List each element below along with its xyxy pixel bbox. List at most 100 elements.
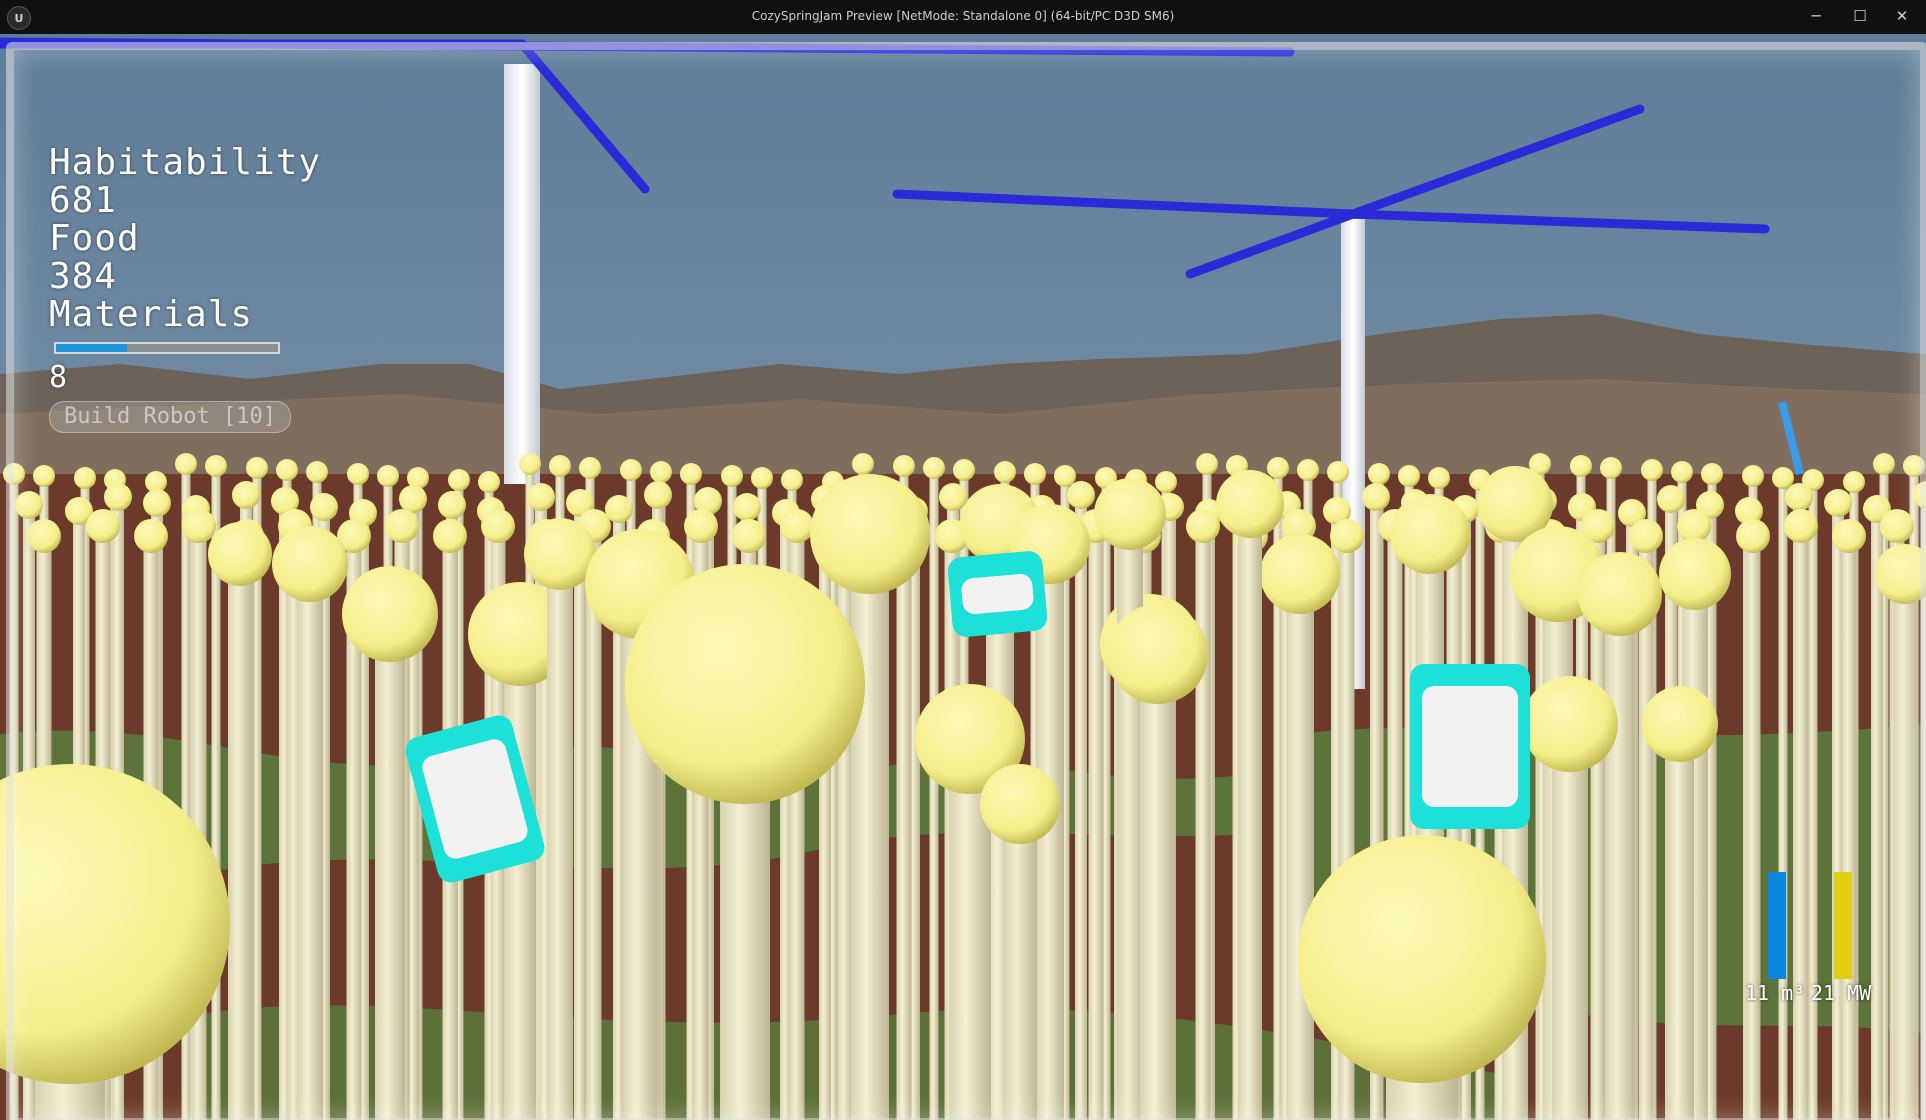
plant-stem: [504, 634, 536, 1120]
materials-label: Materials: [49, 294, 254, 335]
plant-head: [232, 481, 260, 509]
close-button[interactable]: ✕: [1884, 4, 1920, 28]
plant-head: [1600, 457, 1622, 479]
plant-head: [939, 483, 967, 511]
plant-head: [1701, 463, 1723, 485]
plant-head: [448, 469, 470, 491]
plant-head: [893, 455, 915, 477]
plant-head: [680, 463, 702, 485]
plant-stem: [896, 526, 912, 1120]
plant-head: [276, 459, 298, 481]
habitability-label: Habitability: [49, 142, 322, 183]
plant-head: [1390, 494, 1470, 574]
plant-head: [1094, 478, 1166, 550]
plant-head: [399, 485, 427, 513]
robot: [1410, 664, 1530, 829]
plant-head: [1428, 467, 1450, 489]
plant-head: [1903, 455, 1925, 477]
plant-head: [1824, 489, 1852, 517]
habitability-value: 681: [49, 180, 118, 221]
plant-head: [306, 461, 328, 483]
plant-head: [27, 519, 61, 553]
plant-stem: [1666, 724, 1694, 1120]
turbine-pole: [504, 64, 540, 484]
plant-stem: [1745, 536, 1761, 1120]
plant-head: [74, 467, 96, 489]
materials-progress-bar: [54, 342, 280, 354]
plant-stem: [1088, 526, 1104, 1120]
plant-head: [524, 518, 596, 590]
plant-head: [527, 483, 555, 511]
plant-head: [1196, 453, 1218, 475]
plant-head: [1216, 470, 1284, 538]
plant-head: [1298, 835, 1546, 1083]
robot-face: [961, 573, 1034, 615]
materials-progress-fill: [56, 344, 128, 352]
plant-head: [1267, 457, 1289, 479]
plant-head: [644, 481, 672, 509]
plant-head: [1736, 519, 1770, 553]
plant-field: [0, 453, 1926, 1120]
plant-head: [342, 566, 438, 662]
plant-stem: [1808, 480, 1818, 1120]
plant-head: [1629, 519, 1663, 553]
plant-head: [1642, 686, 1718, 762]
plant-stem: [929, 468, 939, 1120]
plant-stem: [1238, 504, 1262, 1120]
plant-stem: [1552, 724, 1588, 1120]
game-viewport[interactable]: Habitability 681 Food 384 Materials 8 Bu…: [0, 34, 1926, 1120]
plant-head: [650, 461, 672, 483]
water-label: 11 m³: [1745, 981, 1806, 1005]
window-title: CozySpringJam Preview [NetMode: Standalo…: [751, 9, 1175, 23]
plant-head: [953, 459, 975, 481]
plant-stem: [375, 614, 405, 1120]
maximize-button[interactable]: ☐: [1842, 4, 1878, 28]
plant-head: [385, 509, 419, 543]
plant-head: [478, 471, 500, 493]
plant-head: [1398, 465, 1420, 487]
plant-stem: [297, 564, 323, 1120]
plant-head: [3, 463, 25, 485]
plant-stem: [851, 534, 889, 1120]
plant-head: [579, 457, 601, 479]
plant-head: [1659, 538, 1731, 610]
plant-head: [780, 509, 814, 543]
materials-value: 8: [49, 360, 69, 395]
robot-face: [1422, 686, 1518, 807]
build-robot-button[interactable]: Build Robot [10]: [49, 401, 291, 433]
food-label: Food: [49, 218, 140, 259]
plant-head: [1742, 465, 1764, 487]
plant-head: [1578, 552, 1662, 636]
water-meter-fill: [1768, 872, 1786, 979]
robot: [947, 551, 1048, 637]
plant-head: [781, 469, 803, 491]
plant-head: [134, 519, 168, 553]
plant-head: [86, 509, 120, 543]
plant-head: [980, 764, 1060, 844]
plant-stem: [574, 503, 586, 1120]
plant-stem: [1893, 574, 1917, 1120]
minimize-button[interactable]: ─: [1798, 4, 1834, 28]
plant-stem: [1871, 509, 1883, 1120]
plant-head: [1522, 676, 1618, 772]
plant-head: [620, 459, 642, 481]
plant-head: [1785, 483, 1813, 511]
plant-head: [1024, 463, 1046, 485]
plant-head: [205, 455, 227, 477]
plant-stem: [1793, 526, 1809, 1120]
plant-head: [549, 455, 571, 477]
plant-head: [923, 457, 945, 479]
plant-head: [732, 519, 766, 553]
plant-head: [751, 467, 773, 489]
plant-head: [1368, 463, 1390, 485]
plant-head: [1832, 519, 1866, 553]
plant-head: [1657, 485, 1685, 513]
plant-head: [684, 509, 718, 543]
power-label: 21 MW: [1811, 981, 1872, 1005]
plant-head: [1671, 461, 1693, 483]
plant-stem: [1605, 594, 1635, 1120]
plant-head: [721, 465, 743, 487]
plant-head: [1327, 461, 1349, 483]
plant-stem: [1075, 495, 1087, 1120]
plant-head: [481, 509, 515, 543]
